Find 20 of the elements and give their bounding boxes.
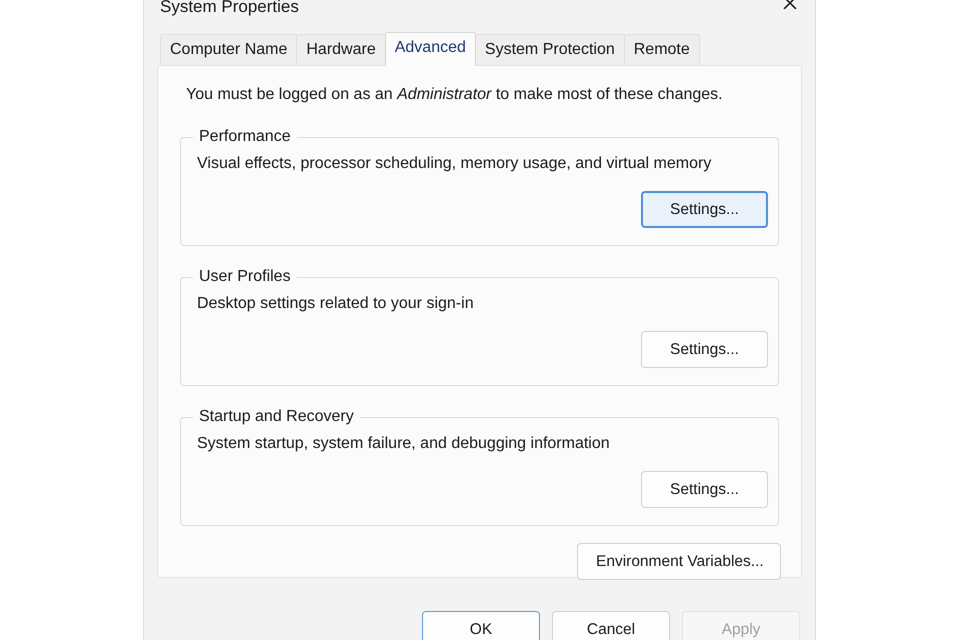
environment-variables-button[interactable]: Environment Variables...	[577, 543, 781, 580]
notice-text: You must be logged on as an Administrator to make most of these changes.	[186, 86, 724, 104]
tab[interactable]: Advanced	[384, 32, 476, 66]
group-description: Visual effects, processor scheduling, memory usage, and virtual memory	[197, 155, 712, 173]
group-description: Desktop settings related to your sign-in	[197, 295, 475, 313]
tab[interactable]: Computer Name	[160, 34, 298, 65]
tab[interactable]: Remote	[624, 34, 700, 65]
group-title: Performance	[198, 128, 292, 146]
settings-button[interactable]: Settings...	[641, 471, 768, 508]
ok-button[interactable]: OK	[422, 611, 540, 640]
tab[interactable]: System Protection	[474, 34, 625, 65]
tab[interactable]: Hardware	[296, 34, 386, 65]
cancel-button[interactable]: Cancel	[552, 611, 670, 640]
close-icon[interactable]	[782, 0, 798, 9]
group-title: User Profiles	[198, 268, 292, 286]
group-description: System startup, system failure, and debugging information	[197, 435, 611, 453]
settings-button[interactable]: Settings...	[641, 191, 768, 228]
settings-button[interactable]: Settings...	[641, 331, 768, 368]
window-title: System Properties	[160, 0, 299, 16]
group-title: Startup and Recovery	[198, 408, 355, 426]
